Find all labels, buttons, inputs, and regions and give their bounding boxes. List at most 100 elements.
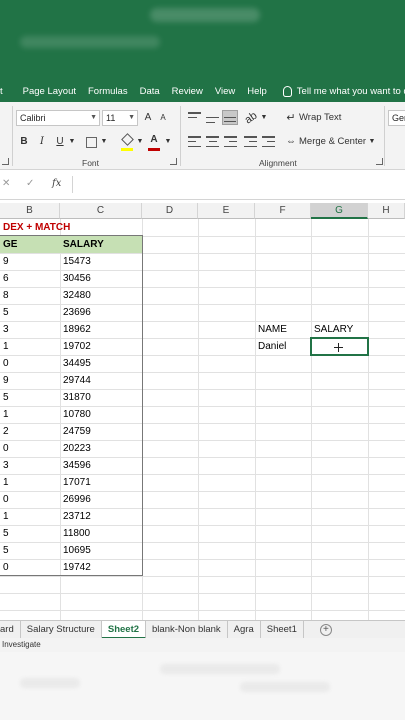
- decrease-font-size-button[interactable]: A: [157, 110, 169, 126]
- italic-button[interactable]: I: [36, 134, 48, 150]
- top-align-icon[interactable]: [188, 112, 201, 123]
- header-cell-salary[interactable]: SALARY: [60, 236, 142, 253]
- tab-view[interactable]: View: [209, 86, 241, 97]
- column-header-b[interactable]: B: [0, 203, 60, 219]
- salary-cell[interactable]: 24759: [60, 423, 142, 440]
- age-cell[interactable]: 3: [0, 321, 60, 338]
- salary-cell[interactable]: 19742: [60, 559, 142, 576]
- decrease-indent-icon[interactable]: [244, 136, 257, 147]
- font-size-box[interactable]: 11 ▼: [102, 110, 138, 126]
- age-cell[interactable]: 0: [0, 491, 60, 508]
- merge-center-icon[interactable]: ⇔: [285, 134, 297, 150]
- lookup-salary-label[interactable]: SALARY: [311, 321, 368, 338]
- increase-font-size-button[interactable]: A: [142, 110, 154, 126]
- salary-cell[interactable]: 26996: [60, 491, 142, 508]
- wrap-text-button[interactable]: Wrap Text: [299, 110, 341, 126]
- age-cell[interactable]: 8: [0, 287, 60, 304]
- merge-center-button[interactable]: Merge & Center: [299, 134, 366, 150]
- add-sheet-button[interactable]: +: [319, 623, 332, 636]
- age-cell[interactable]: 9: [0, 253, 60, 270]
- lookup-name-label[interactable]: NAME: [255, 321, 311, 338]
- age-cell[interactable]: 0: [0, 355, 60, 372]
- age-cell[interactable]: 5: [0, 389, 60, 406]
- bold-button[interactable]: B: [18, 134, 30, 150]
- worksheet-grid[interactable]: B C D E F G H DEX + MATCH GE SALARY 9 154…: [0, 200, 405, 620]
- age-cell[interactable]: 5: [0, 304, 60, 321]
- age-cell[interactable]: 5: [0, 542, 60, 559]
- salary-cell[interactable]: 23712: [60, 508, 142, 525]
- font-dialog-launcher-icon[interactable]: [170, 158, 177, 165]
- age-cell[interactable]: 1: [0, 338, 60, 355]
- title-cell[interactable]: DEX + MATCH: [0, 219, 142, 236]
- salary-cell[interactable]: 23696: [60, 304, 142, 321]
- increase-indent-icon[interactable]: [262, 136, 275, 147]
- salary-cell[interactable]: 17071: [60, 474, 142, 491]
- tell-me-box[interactable]: Tell me what you want to d: [273, 85, 405, 97]
- insert-function-icon[interactable]: fx: [52, 178, 61, 189]
- wrap-text-icon[interactable]: ↵: [285, 110, 297, 126]
- number-format-box[interactable]: Gen: [388, 110, 405, 126]
- font-color-button[interactable]: A: [148, 132, 160, 151]
- column-header-c[interactable]: C: [60, 203, 142, 219]
- salary-cell[interactable]: 10780: [60, 406, 142, 423]
- column-header-g[interactable]: G: [311, 203, 368, 219]
- salary-cell[interactable]: 32480: [60, 287, 142, 304]
- salary-cell[interactable]: 34596: [60, 457, 142, 474]
- align-left-icon[interactable]: [188, 136, 201, 147]
- age-cell[interactable]: 2: [0, 423, 60, 440]
- salary-cell[interactable]: 10695: [60, 542, 142, 559]
- age-cell[interactable]: 3: [0, 457, 60, 474]
- tab-insert[interactable]: t: [0, 86, 9, 97]
- age-cell[interactable]: 0: [0, 440, 60, 457]
- age-cell[interactable]: 1: [0, 508, 60, 525]
- tab-formulas[interactable]: Formulas: [82, 86, 134, 97]
- chevron-down-icon[interactable]: ▼: [260, 110, 268, 126]
- fill-color-icon[interactable]: [120, 132, 134, 151]
- chevron-down-icon[interactable]: ▼: [100, 134, 108, 150]
- salary-cell[interactable]: 31870: [60, 389, 142, 406]
- column-header-d[interactable]: D: [142, 203, 198, 219]
- chevron-down-icon[interactable]: ▼: [368, 134, 376, 150]
- clipboard-dialog-launcher-icon[interactable]: [2, 158, 9, 165]
- font-name-box[interactable]: Calibri ▼: [16, 110, 100, 126]
- age-cell[interactable]: 0: [0, 559, 60, 576]
- sheet-tab-salary-structure[interactable]: Salary Structure: [21, 621, 102, 638]
- align-right-icon[interactable]: [224, 136, 237, 147]
- age-cell[interactable]: 1: [0, 474, 60, 491]
- header-cell-age[interactable]: GE: [0, 236, 60, 253]
- tab-page-layout[interactable]: Page Layout: [9, 86, 82, 97]
- salary-cell[interactable]: 19702: [60, 338, 142, 355]
- salary-cell[interactable]: 15473: [60, 253, 142, 270]
- column-header-f[interactable]: F: [255, 203, 311, 219]
- borders-icon[interactable]: [86, 137, 97, 148]
- sheet-tab-agra[interactable]: Agra: [228, 621, 261, 638]
- tab-data[interactable]: Data: [134, 86, 166, 97]
- salary-cell[interactable]: 11800: [60, 525, 142, 542]
- align-center-icon[interactable]: [206, 136, 219, 147]
- cancel-icon[interactable]: ✕: [2, 178, 10, 189]
- sheet-tab-sheet1[interactable]: Sheet1: [261, 621, 304, 638]
- age-cell[interactable]: 9: [0, 372, 60, 389]
- salary-cell[interactable]: 34495: [60, 355, 142, 372]
- formula-input[interactable]: [72, 176, 405, 193]
- column-header-h[interactable]: H: [368, 203, 405, 219]
- selected-cell-g[interactable]: [310, 337, 369, 356]
- lookup-name-value[interactable]: Daniel: [255, 338, 311, 355]
- sheet-tab-partial[interactable]: ard: [0, 621, 21, 638]
- column-header-e[interactable]: E: [198, 203, 255, 219]
- orientation-icon[interactable]: ab: [241, 107, 262, 128]
- sheet-tab-sheet2[interactable]: Sheet2: [101, 621, 147, 638]
- tab-help[interactable]: Help: [241, 86, 273, 97]
- chevron-down-icon[interactable]: ▼: [164, 134, 172, 150]
- age-cell[interactable]: 5: [0, 525, 60, 542]
- chevron-down-icon[interactable]: ▼: [68, 134, 76, 150]
- salary-cell[interactable]: 18962: [60, 321, 142, 338]
- salary-cell[interactable]: 29744: [60, 372, 142, 389]
- age-cell[interactable]: 1: [0, 406, 60, 423]
- salary-cell[interactable]: 20223: [60, 440, 142, 457]
- salary-cell[interactable]: 30456: [60, 270, 142, 287]
- alignment-dialog-launcher-icon[interactable]: [376, 158, 383, 165]
- age-cell[interactable]: 6: [0, 270, 60, 287]
- chevron-down-icon[interactable]: ▼: [136, 134, 144, 150]
- middle-align-icon[interactable]: [206, 112, 219, 123]
